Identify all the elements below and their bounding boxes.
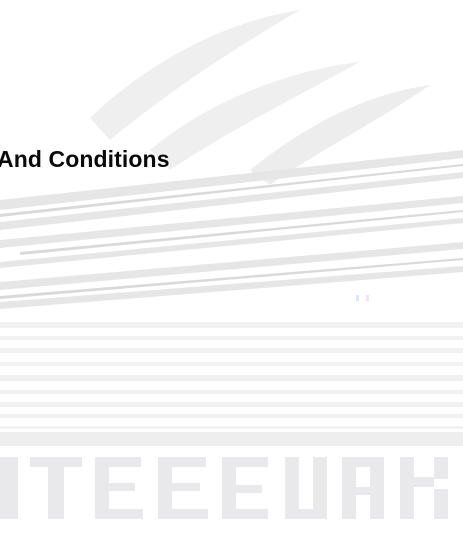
page-title: And Conditions <box>0 146 170 172</box>
terms-page: And Conditions <box>0 0 463 538</box>
wordmark-logo-icon <box>0 457 448 519</box>
